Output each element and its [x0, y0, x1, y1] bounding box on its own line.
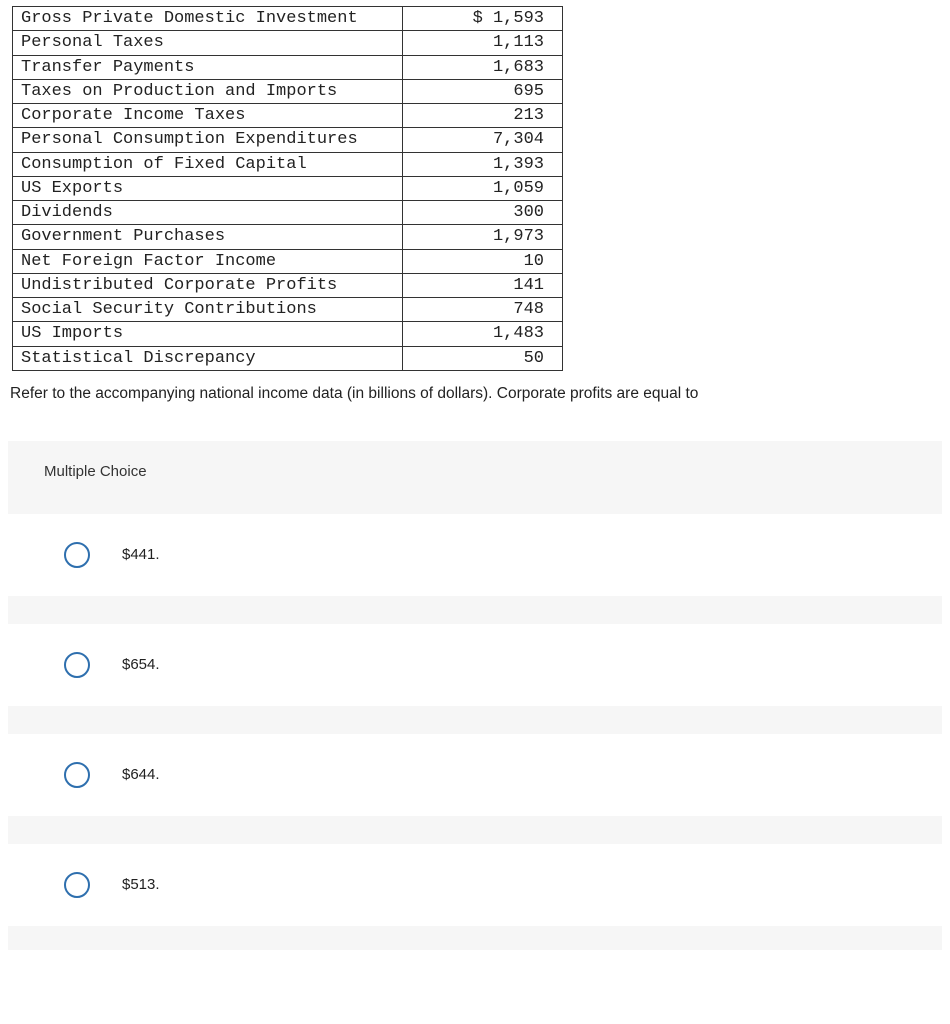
choice-label: $513. [122, 876, 160, 893]
choice-label: $654. [122, 656, 160, 673]
row-label: Transfer Payments [13, 55, 403, 79]
row-label: Consumption of Fixed Capital [13, 152, 403, 176]
choice-label: $441. [122, 546, 160, 563]
row-label: Corporate Income Taxes [13, 104, 403, 128]
table-row: Dividends300 [13, 201, 563, 225]
row-value: 1,393 [403, 152, 563, 176]
table-row: Statistical Discrepancy50 [13, 346, 563, 370]
row-label: Taxes on Production and Imports [13, 79, 403, 103]
table-row: US Imports1,483 [13, 322, 563, 346]
row-value: 7,304 [403, 128, 563, 152]
table-row: US Exports1,059 [13, 176, 563, 200]
multiple-choice-block: Multiple Choice $441. $654. $644. $513. [8, 441, 942, 950]
row-value: 1,973 [403, 225, 563, 249]
table-row: Personal Taxes1,113 [13, 31, 563, 55]
table-row: Net Foreign Factor Income10 [13, 249, 563, 273]
row-value: 141 [403, 273, 563, 297]
table-row: Government Purchases1,973 [13, 225, 563, 249]
row-value: 1,059 [403, 176, 563, 200]
mc-header: Multiple Choice [8, 463, 942, 514]
row-value: 1,113 [403, 31, 563, 55]
radio-icon[interactable] [64, 652, 90, 678]
row-label: Gross Private Domestic Investment [13, 7, 403, 31]
row-label: US Exports [13, 176, 403, 200]
row-value: 695 [403, 79, 563, 103]
choice-label: $644. [122, 766, 160, 783]
row-label: Statistical Discrepancy [13, 346, 403, 370]
row-label: Social Security Contributions [13, 298, 403, 322]
row-label: Net Foreign Factor Income [13, 249, 403, 273]
radio-icon[interactable] [64, 872, 90, 898]
choice-option[interactable]: $441. [8, 514, 942, 596]
table-row: Transfer Payments1,683 [13, 55, 563, 79]
table-row: Taxes on Production and Imports695 [13, 79, 563, 103]
table-row: Social Security Contributions748 [13, 298, 563, 322]
income-data-table: Gross Private Domestic Investment$ 1,593… [12, 6, 563, 371]
choice-option[interactable]: $513. [8, 844, 942, 926]
row-value: 1,683 [403, 55, 563, 79]
row-value: 213 [403, 104, 563, 128]
row-value: 10 [403, 249, 563, 273]
table-row: Gross Private Domestic Investment$ 1,593 [13, 7, 563, 31]
row-value: $ 1,593 [403, 7, 563, 31]
table-row: Consumption of Fixed Capital1,393 [13, 152, 563, 176]
row-label: Personal Taxes [13, 31, 403, 55]
choice-option[interactable]: $644. [8, 734, 942, 816]
table-row: Personal Consumption Expenditures7,304 [13, 128, 563, 152]
row-value: 300 [403, 201, 563, 225]
row-label: Dividends [13, 201, 403, 225]
row-label: Undistributed Corporate Profits [13, 273, 403, 297]
row-label: US Imports [13, 322, 403, 346]
table-row: Corporate Income Taxes213 [13, 104, 563, 128]
radio-icon[interactable] [64, 542, 90, 568]
row-label: Personal Consumption Expenditures [13, 128, 403, 152]
choice-option[interactable]: $654. [8, 624, 942, 706]
row-value: 748 [403, 298, 563, 322]
table-row: Undistributed Corporate Profits141 [13, 273, 563, 297]
radio-icon[interactable] [64, 762, 90, 788]
question-text: Refer to the accompanying national incom… [10, 385, 942, 403]
row-label: Government Purchases [13, 225, 403, 249]
row-value: 1,483 [403, 322, 563, 346]
row-value: 50 [403, 346, 563, 370]
